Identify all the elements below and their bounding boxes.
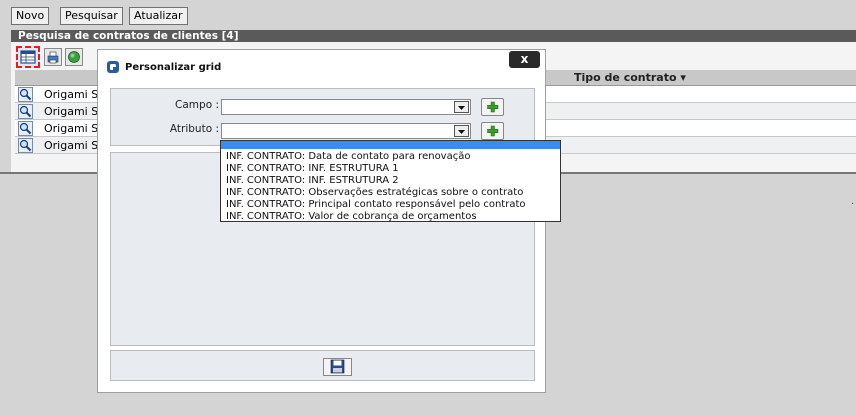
dropdown-option[interactable]: INF. CONTRATO: INF. ESTRUTURA 2	[226, 175, 399, 186]
add-atributo-button[interactable]	[481, 122, 504, 140]
plus-icon	[487, 101, 499, 113]
grid-config-button[interactable]	[16, 46, 40, 68]
dropdown-selected-option[interactable]	[221, 141, 560, 149]
campo-select[interactable]	[221, 99, 471, 115]
dialog-title: Personalizar grid	[125, 62, 222, 73]
dropdown-option[interactable]: INF. CONTRATO: Principal contato respons…	[226, 199, 526, 210]
magnifier-icon[interactable]	[18, 87, 33, 102]
dialog-header: Personalizar grid x	[98, 50, 545, 83]
row-cliente: Origami S/	[44, 122, 102, 135]
atualizar-button[interactable]: Atualizar	[129, 7, 188, 25]
close-button[interactable]: x	[509, 51, 540, 68]
app-logo-icon	[107, 61, 119, 73]
pesquisar-button[interactable]: Pesquisar	[60, 7, 123, 25]
side-mark: .	[851, 196, 855, 207]
magnifier-icon[interactable]	[18, 121, 33, 136]
atributo-label: Atributo :	[169, 123, 219, 135]
top-toolbar: Novo Pesquisar Atualizar	[0, 0, 856, 30]
plus-icon	[487, 125, 499, 137]
field-selection-box: Campo : Atributo :	[110, 88, 535, 146]
panel-title: Pesquisa de contratos de clientes [4]	[11, 30, 856, 42]
magnifier-icon[interactable]	[18, 104, 33, 119]
dropdown-option[interactable]: INF. CONTRATO: Data de contato para reno…	[226, 151, 470, 162]
globe-icon	[68, 51, 80, 63]
campo-label: Campo :	[175, 99, 219, 111]
save-button[interactable]	[323, 358, 352, 376]
dropdown-option[interactable]: INF. CONTRATO: INF. ESTRUTURA 1	[226, 163, 399, 174]
print-button[interactable]	[44, 48, 62, 66]
dropdown-option[interactable]: INF. CONTRATO: Observações estratégicas …	[226, 187, 523, 198]
atributo-dropdown-list[interactable]: INF. CONTRATO: Data de contato para reno…	[220, 140, 561, 222]
row-cliente: Origami S/	[44, 88, 102, 101]
sort-down-icon: ▾	[680, 71, 686, 84]
dialog-footer	[110, 350, 535, 381]
floppy-disk-icon	[330, 359, 345, 374]
dropdown-option[interactable]: INF. CONTRATO: Valor de cobrança de orça…	[226, 211, 477, 222]
export-button[interactable]	[65, 48, 83, 66]
magnifier-icon[interactable]	[18, 138, 33, 153]
add-campo-button[interactable]	[481, 98, 504, 116]
atributo-select[interactable]	[221, 123, 471, 139]
novo-button[interactable]: Novo	[11, 7, 50, 25]
row-cliente: Origami S/	[44, 139, 102, 152]
grid-icon	[20, 50, 36, 64]
close-icon: x	[520, 52, 529, 66]
chevron-down-icon[interactable]	[454, 101, 469, 113]
chevron-down-icon[interactable]	[454, 125, 469, 137]
print-icon	[47, 51, 59, 64]
row-cliente: Origami S/	[44, 105, 102, 118]
column-tipo-de-contrato[interactable]: Tipo de contrato ▾	[574, 71, 686, 84]
